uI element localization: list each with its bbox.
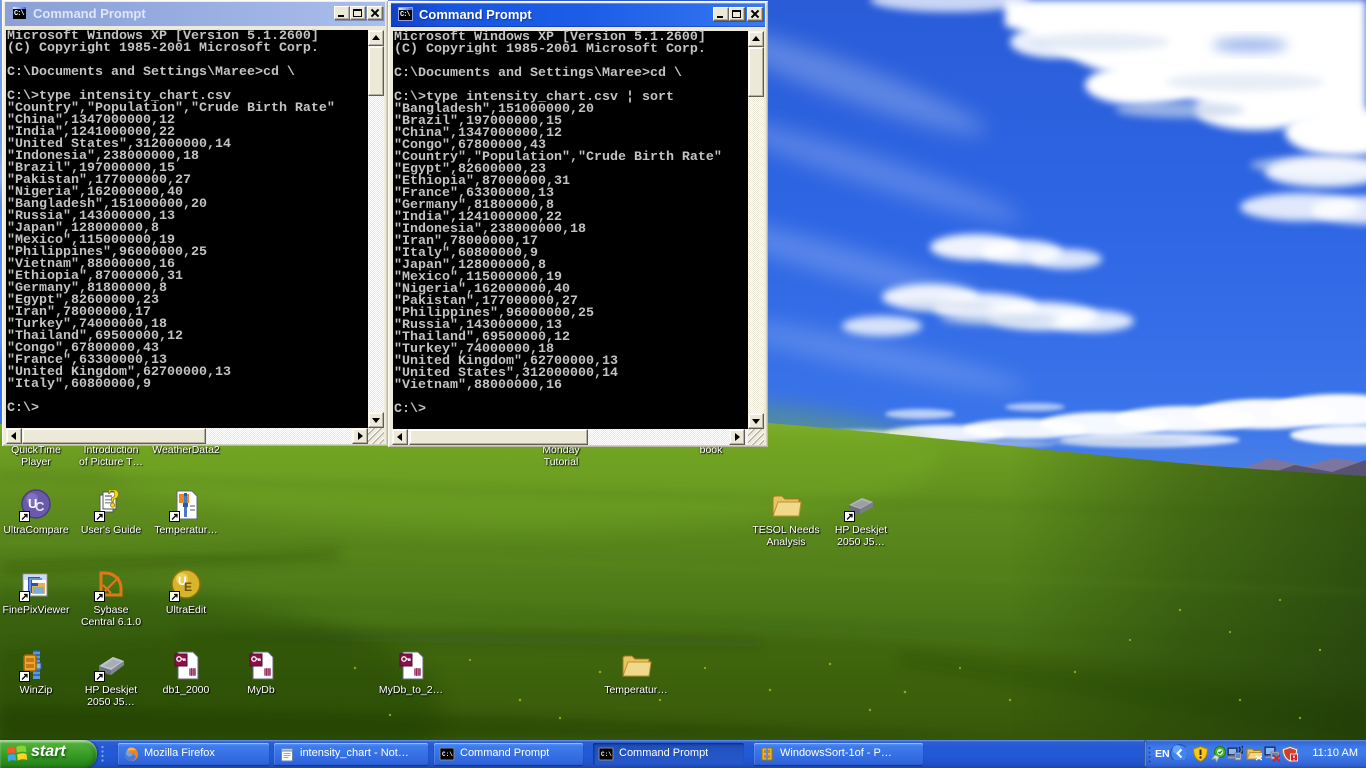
svg-text:E: E [184,580,192,594]
svg-text:C:\: C:\ [601,751,612,758]
svg-text:?: ? [107,489,120,513]
svg-text:C:\: C:\ [442,751,453,758]
svg-text:C: C [35,499,45,514]
